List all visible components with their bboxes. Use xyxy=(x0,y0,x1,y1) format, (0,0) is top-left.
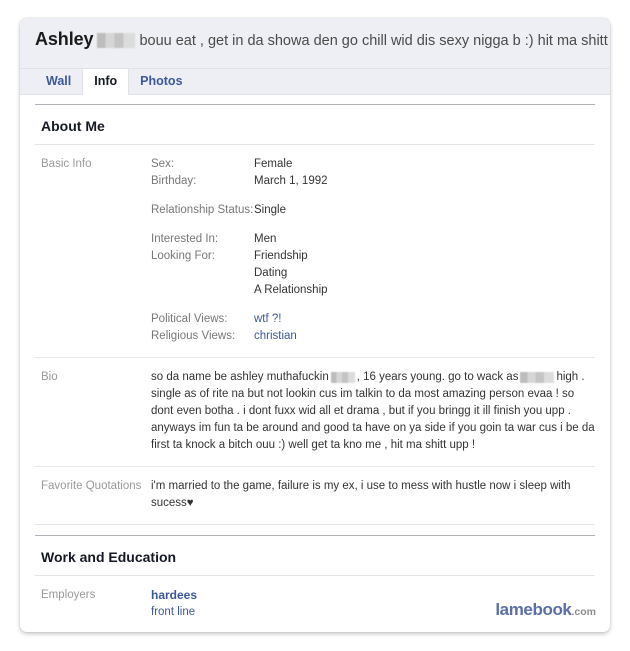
pair-key-religious-views: Religious Views: xyxy=(151,330,236,342)
watermark-brand: lamebook xyxy=(495,600,572,619)
pair-key-blank-2 xyxy=(151,282,254,299)
pair-key-blank-1 xyxy=(151,265,254,282)
row-bio: Bio so da name be ashley muthafuckin , 16… xyxy=(35,358,595,467)
tab-photos[interactable]: Photos xyxy=(129,69,193,95)
pair-looking-for-2: Dating xyxy=(151,265,595,282)
pair-key-looking-for: Looking For: xyxy=(151,250,215,262)
row-label-basic-info: Basic Info xyxy=(41,158,92,170)
section-heading-work-and-education: Work and Education xyxy=(35,535,595,576)
tab-wall[interactable]: Wall xyxy=(35,69,82,95)
tab-info[interactable]: Info xyxy=(82,69,130,95)
pair-key-sex: Sex: xyxy=(151,158,175,170)
bio-part-3: high . single as of rite na but not look… xyxy=(151,371,595,451)
section-heading-about-me: About Me xyxy=(35,104,595,145)
pair-group-views: Political Views: wtf ?! Religious Views:… xyxy=(151,311,595,345)
basic-info-pairs: Sex: Female Birthday: March 1, 1992 Rela… xyxy=(151,156,595,345)
redacted-bio-block-2 xyxy=(520,371,555,383)
pair-group-identity: Sex: Female Birthday: March 1, 1992 xyxy=(151,156,595,190)
row-value-bio: so da name be ashley muthafuckin , 16 yea… xyxy=(151,369,595,454)
bio-part-2: , 16 years young. go to wack as xyxy=(356,371,519,383)
redacted-surname-block xyxy=(97,32,136,48)
pair-sex: Sex: Female xyxy=(151,156,595,173)
lamebook-watermark: lamebook.com xyxy=(495,600,596,620)
pair-value-sex: Female xyxy=(254,158,293,170)
profile-body: About Me Basic Info Sex: Female Birthday… xyxy=(20,104,610,632)
pair-value-looking-for-2: Dating xyxy=(254,267,288,279)
pair-key-interested-in: Interested In: xyxy=(151,233,219,245)
watermark-tld: .com xyxy=(571,606,596,618)
profile-card: Ashley bouu eat , get in da showa den go … xyxy=(20,18,610,632)
pair-value-relationship-status: Single xyxy=(254,204,286,216)
pair-political-views: Political Views: wtf ?! xyxy=(151,311,595,328)
pair-value-political-views[interactable]: wtf ?! xyxy=(254,311,595,328)
row-value-favorite-quotations: i'm married to the game, failure is my e… xyxy=(151,480,571,509)
pair-religious-views: Religious Views: christian xyxy=(151,328,595,345)
pair-relationship-status: Relationship Status: Single xyxy=(151,202,595,219)
row-basic-info: Basic Info Sex: Female Birthday: March 1… xyxy=(35,145,595,358)
pair-key-relationship-status: Relationship Status: xyxy=(151,204,254,216)
pair-interested-in: Interested In: Men xyxy=(151,231,595,248)
pair-looking-for-3: A Relationship xyxy=(151,282,595,299)
pair-value-interested-in: Men xyxy=(254,233,277,245)
pair-key-political-views: Political Views: xyxy=(151,313,228,325)
pair-value-religious-views[interactable]: christian xyxy=(254,328,595,345)
pair-group-relationship: Relationship Status: Single xyxy=(151,202,595,219)
row-favorite-quotations: Favorite Quotations i'm married to the g… xyxy=(35,467,595,525)
profile-header: Ashley bouu eat , get in da showa den go … xyxy=(20,18,610,69)
profile-status-text: bouu eat , get in da showa den go chill … xyxy=(139,33,610,49)
pair-value-looking-for-1: Friendship xyxy=(254,250,308,262)
row-label-bio: Bio xyxy=(41,371,58,383)
pair-value-looking-for-3: A Relationship xyxy=(254,284,328,296)
redacted-bio-block-1 xyxy=(330,371,355,383)
profile-tabbar: Wall Info Photos xyxy=(20,69,610,95)
page-title: Ashley xyxy=(35,29,94,49)
pair-value-birthday: March 1, 1992 xyxy=(254,175,328,187)
pair-group-interests: Interested In: Men Looking For: Friendsh… xyxy=(151,231,595,299)
pair-birthday: Birthday: March 1, 1992 xyxy=(151,173,595,190)
bio-part-1: so da name be ashley muthafuckin xyxy=(151,371,329,383)
pair-key-birthday: Birthday: xyxy=(151,175,197,187)
pair-looking-for: Looking For: Friendship xyxy=(151,248,595,265)
row-label-employers: Employers xyxy=(41,589,96,601)
profile-name-status-line: Ashley bouu eat , get in da showa den go … xyxy=(35,29,610,51)
row-label-favorite-quotations: Favorite Quotations xyxy=(41,480,142,492)
